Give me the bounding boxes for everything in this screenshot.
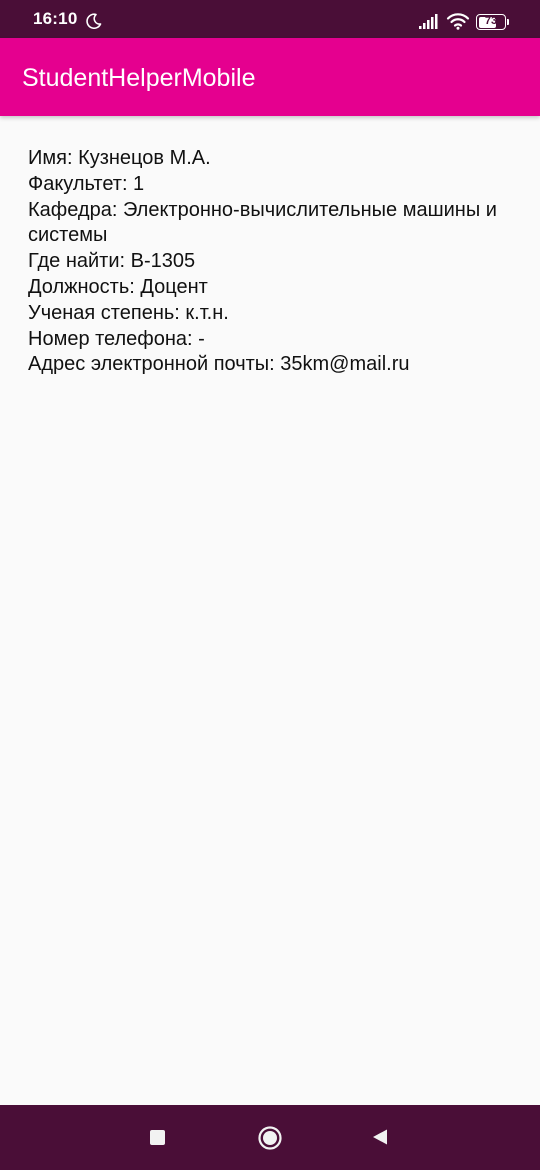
- signal-icon: [419, 14, 438, 29]
- battery-level: 73: [484, 14, 498, 27]
- battery-icon: 73: [476, 14, 506, 30]
- status-time: 16:10: [33, 9, 78, 28]
- app-bar: StudentHelperMobile: [0, 38, 540, 116]
- info-degree: Ученая степень: к.т.н.: [28, 301, 229, 324]
- info-position: Должность: Доцент: [28, 275, 208, 298]
- navigation-bar: [0, 1105, 540, 1170]
- info-faculty: Факультет: 1: [28, 172, 145, 195]
- app-title: StudentHelperMobile: [22, 64, 256, 92]
- info-phone: Номер телефона: -: [28, 327, 205, 350]
- recent-apps-icon[interactable]: [150, 1130, 165, 1145]
- back-icon[interactable]: [371, 1128, 389, 1146]
- info-email: Адрес электронной почты: 35km@mail.ru: [28, 353, 410, 376]
- info-department: Кафедра: Электронно-вычислительные машин…: [28, 198, 497, 247]
- status-bar: 16:10 73: [0, 0, 540, 38]
- battery-nub: [507, 19, 509, 25]
- teacher-info: Имя: Кузнецов М.А. Факультет: 1 Кафедра:…: [28, 146, 518, 378]
- moon-icon: [86, 13, 102, 29]
- info-location: Где найти: В-1305: [28, 250, 196, 273]
- wifi-icon: [446, 13, 470, 30]
- info-name: Имя: Кузнецов М.А.: [28, 147, 211, 169]
- home-icon[interactable]: [258, 1126, 282, 1150]
